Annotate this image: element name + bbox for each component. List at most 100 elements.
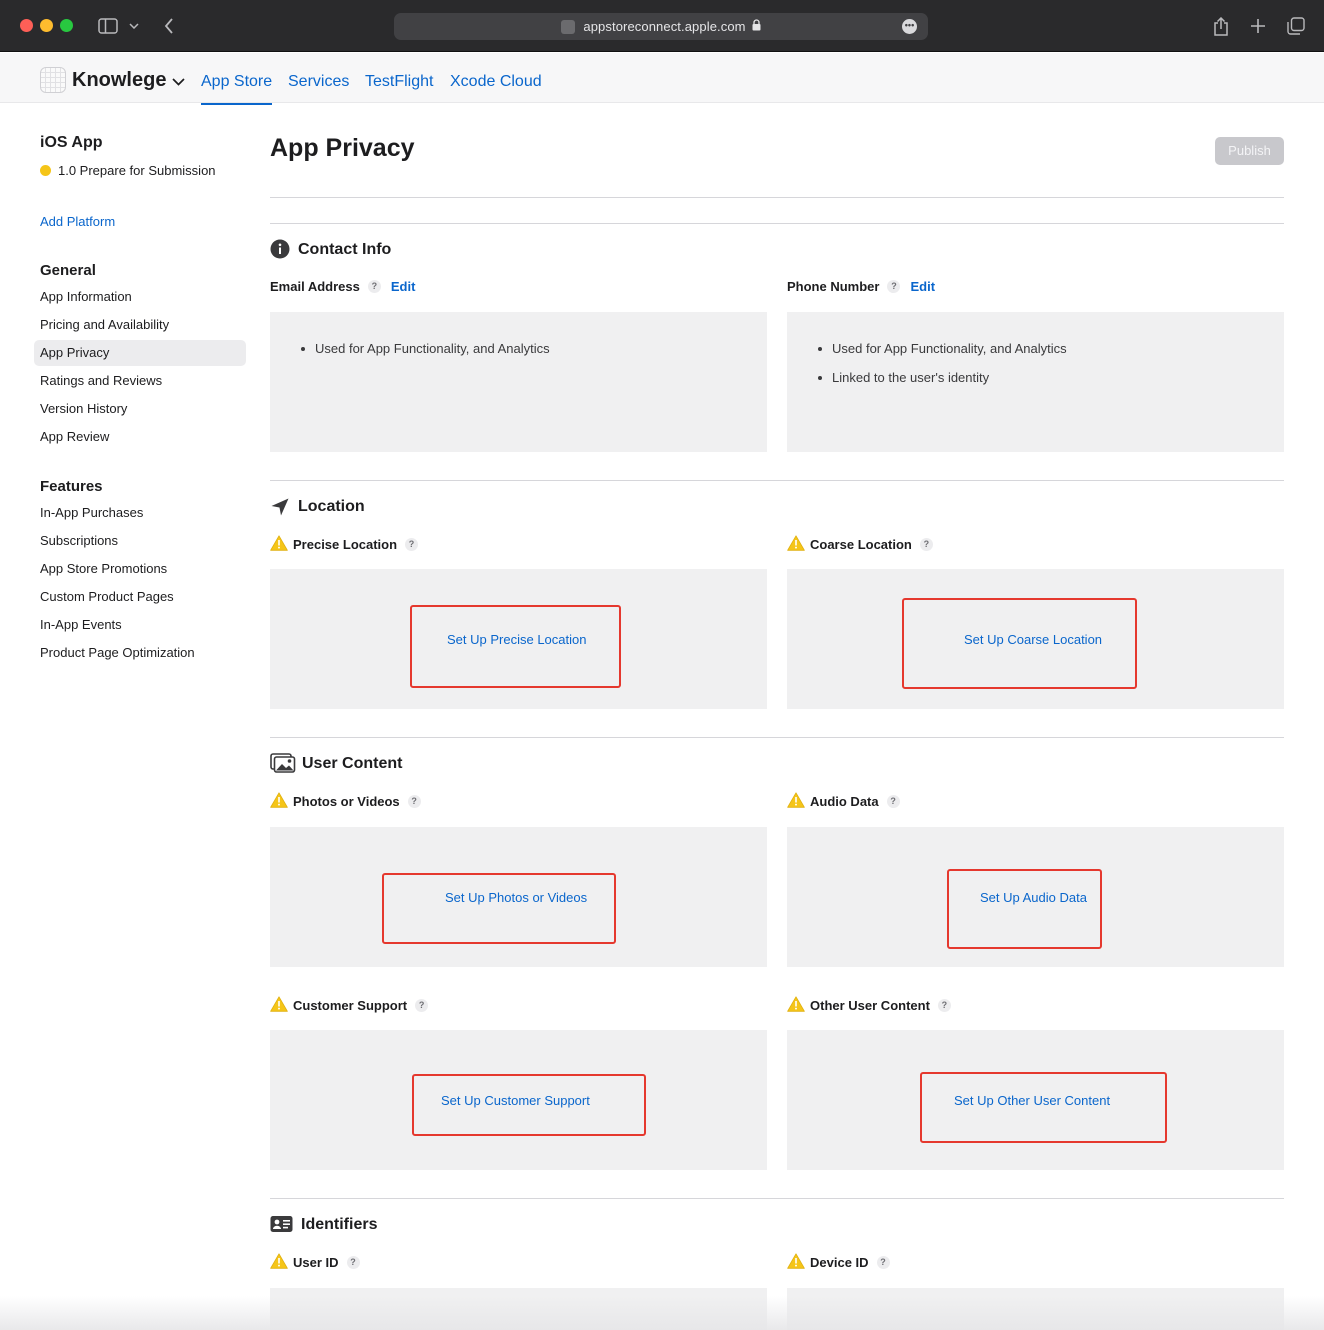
warning-icon [270,1253,288,1269]
apple-favicon-icon [561,19,576,34]
coarse-location-label: Coarse Location ? [810,537,933,552]
list-item: Used for App Functionality, and Analytic… [815,334,1284,363]
sidebar-item-product-page-optimization[interactable]: Product Page Optimization [34,640,246,666]
section-title-identifiers: Identifiers [301,1216,378,1233]
sidebar-item-app-information[interactable]: App Information [34,284,246,310]
help-icon[interactable]: ? [876,1256,890,1269]
warning-icon [787,996,805,1012]
add-platform-link[interactable]: Add Platform [40,214,115,229]
sidebar-item-pricing[interactable]: Pricing and Availability [34,312,246,338]
app-icon [40,67,66,93]
section-features: Features [40,478,103,495]
new-tab-icon[interactable] [1246,14,1270,38]
highlight-box [947,869,1102,949]
version-status[interactable]: 1.0 Prepare for Submission [58,163,216,178]
chevron-down-icon[interactable] [124,14,144,38]
audio-data-label: Audio Data ? [810,794,900,809]
highlight-box [412,1074,646,1136]
phone-number-label: Phone Number ? Edit [787,279,935,294]
help-icon[interactable]: ? [886,795,900,808]
tab-xcode-cloud[interactable]: Xcode Cloud [450,73,542,91]
phone-number-label-text: Phone Number [787,279,880,294]
device-id-label-text: Device ID [810,1255,869,1270]
highlight-box [920,1072,1167,1143]
back-icon[interactable] [157,14,181,38]
help-icon[interactable]: ? [415,999,429,1012]
help-icon[interactable]: ? [346,1256,360,1269]
status-dot-icon [40,165,51,176]
list-item: Used for App Functionality, and Analytic… [298,334,767,363]
warning-icon [270,996,288,1012]
highlight-box [382,873,616,944]
zoom-window-button[interactable] [60,19,73,32]
divider [270,1198,1284,1199]
page-title: App Privacy [270,134,415,162]
edit-email-link[interactable]: Edit [391,279,416,294]
lock-icon [752,18,761,36]
warning-icon [270,535,288,551]
other-user-content-label-text: Other User Content [810,998,930,1013]
info-icon [270,239,290,259]
divider [270,737,1284,738]
highlight-box [410,605,621,688]
sidebar-item-app-privacy[interactable]: App Privacy [34,340,246,366]
publish-button[interactable]: Publish [1215,137,1284,165]
help-icon[interactable]: ? [407,795,421,808]
user-id-label-text: User ID [293,1255,339,1270]
close-window-button[interactable] [20,19,33,32]
section-title-contact-info: Contact Info [298,241,392,258]
list-item: Linked to the user's identity [815,363,1284,392]
email-address-label: Email Address ? Edit [270,279,415,294]
sidebar-item-subscriptions[interactable]: Subscriptions [34,528,246,554]
coarse-location-label-text: Coarse Location [810,537,912,552]
address-bar[interactable]: appstoreconnect.apple.com ••• [394,13,928,40]
help-icon[interactable]: ? [887,280,901,293]
browser-toolbar: appstoreconnect.apple.com ••• [0,0,1324,52]
sidebar-item-ratings[interactable]: Ratings and Reviews [34,368,246,394]
customer-support-label-text: Customer Support [293,998,408,1013]
warning-icon [787,535,805,551]
email-usage-panel: Used for App Functionality, and Analytic… [270,312,767,452]
phone-usage-panel: Used for App Functionality, and Analytic… [787,312,1284,452]
photos-or-videos-label: Photos or Videos ? [293,794,421,809]
other-user-content-label: Other User Content ? [810,998,951,1013]
customer-support-label: Customer Support ? [293,998,429,1013]
sidebar-toggle-icon[interactable] [96,14,120,38]
sidebar-item-version-history[interactable]: Version History [34,396,246,422]
divider [270,480,1284,481]
sidebar-item-in-app-purchases[interactable]: In-App Purchases [34,500,246,526]
app-switcher-chevron-icon[interactable] [172,73,185,91]
user-id-label: User ID ? [293,1255,360,1270]
tab-testflight[interactable]: TestFlight [365,73,433,91]
warning-icon [270,792,288,808]
location-arrow-icon [270,497,290,517]
tab-app-store[interactable]: App Store [201,73,273,105]
sidebar-item-promotions[interactable]: App Store Promotions [34,556,246,582]
sidebar-item-app-review[interactable]: App Review [34,424,246,450]
app-name[interactable]: Knowlege [72,69,166,92]
help-icon[interactable]: ? [919,538,933,551]
precise-location-label-text: Precise Location [293,537,398,552]
sidebar-item-custom-product-pages[interactable]: Custom Product Pages [34,584,246,610]
tab-overview-icon[interactable] [1284,14,1308,38]
tab-services[interactable]: Services [288,73,349,91]
page-options-icon[interactable]: ••• [902,19,917,34]
platform-title: iOS App [40,134,103,151]
warning-icon [787,1253,805,1269]
help-icon[interactable]: ? [367,280,381,293]
section-general: General [40,262,96,279]
audio-data-label-text: Audio Data [810,794,879,809]
share-icon[interactable] [1209,14,1233,38]
photos-or-videos-label-text: Photos or Videos [293,794,400,809]
window-bottom-shadow [0,1296,1324,1330]
photos-icon [270,753,296,773]
divider [270,197,1284,198]
help-icon[interactable]: ? [405,538,419,551]
help-icon[interactable]: ? [937,999,951,1012]
sidebar-item-in-app-events[interactable]: In-App Events [34,612,246,638]
device-id-label: Device ID ? [810,1255,890,1270]
edit-phone-link[interactable]: Edit [910,279,935,294]
section-title-user-content: User Content [302,755,403,772]
minimize-window-button[interactable] [40,19,53,32]
warning-icon [787,792,805,808]
